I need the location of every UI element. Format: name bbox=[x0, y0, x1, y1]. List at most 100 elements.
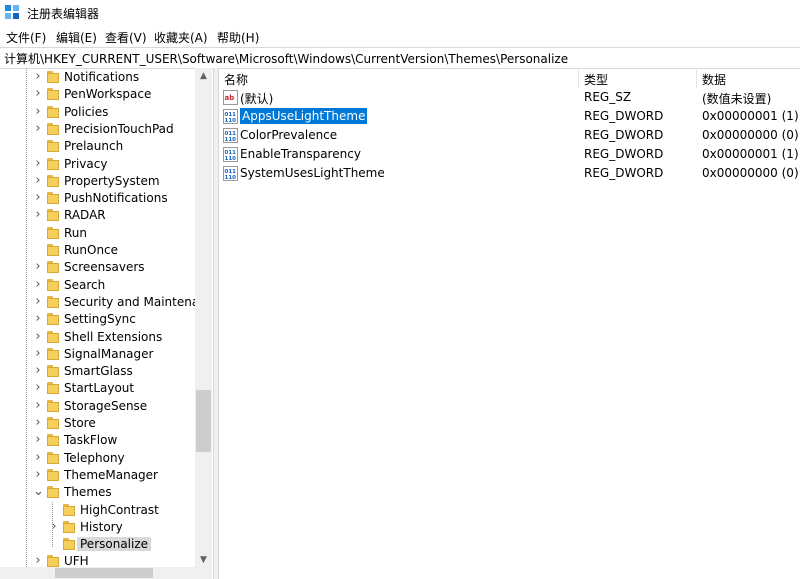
chevron-right-icon[interactable]: › bbox=[33, 295, 43, 308]
tree-node-label: SettingSync bbox=[64, 312, 136, 326]
value-row[interactable]: ab (默认) REG_SZ (数值未设置) bbox=[218, 88, 800, 107]
tree-horizontal-scrollbar[interactable] bbox=[0, 567, 212, 579]
title-bar: 注册表编辑器 bbox=[0, 0, 800, 26]
chevron-right-icon[interactable]: › bbox=[33, 399, 43, 412]
folder-icon bbox=[46, 87, 60, 101]
tree-node-label: RADAR bbox=[64, 208, 106, 222]
registry-tree[interactable]: › Notifications › PenWorkspace › Policies › Pre… bbox=[0, 68, 212, 579]
h-scroll-thumb[interactable] bbox=[55, 568, 153, 578]
value-row[interactable]: 011 110 SystemUsesLightTheme REG_DWORD 0x000… bbox=[218, 164, 800, 183]
tree-node-label: UFH bbox=[64, 554, 89, 568]
tree-vertical-scrollbar[interactable]: ▲ ▼ bbox=[195, 68, 212, 568]
tree-node-personalize[interactable]: Personalize bbox=[0, 536, 195, 553]
chevron-right-icon[interactable]: › bbox=[33, 330, 43, 343]
folder-icon bbox=[46, 70, 60, 84]
folder-icon bbox=[46, 485, 60, 499]
chevron-right-icon[interactable]: › bbox=[33, 554, 43, 567]
folder-icon bbox=[46, 399, 60, 413]
chevron-right-icon[interactable]: › bbox=[33, 70, 43, 83]
column-name-header[interactable]: 名称 bbox=[224, 71, 248, 88]
column-type-header[interactable]: 类型 bbox=[584, 71, 608, 88]
chevron-right-icon[interactable]: › bbox=[33, 260, 43, 273]
values-list[interactable]: 名称 类型 数据 ab (默认) REG_SZ (数值未设置) 011 110 AppsUs… bbox=[218, 68, 800, 579]
tree-node-label: SignalManager bbox=[64, 347, 154, 361]
tree-node-penworkspace[interactable]: › PenWorkspace bbox=[0, 86, 195, 103]
value-row[interactable]: 011 110 AppsUseLightTheme REG_DWORD 0x000000… bbox=[218, 107, 800, 126]
list-header: 名称 类型 数据 bbox=[218, 68, 800, 88]
chevron-right-icon[interactable]: › bbox=[33, 191, 43, 204]
tree-node-screensavers[interactable]: › Screensavers bbox=[0, 259, 195, 276]
tree-node-prelaunch[interactable]: Prelaunch bbox=[0, 138, 195, 155]
menu-view[interactable]: 查看(V) bbox=[105, 29, 147, 46]
chevron-right-icon[interactable]: › bbox=[49, 520, 59, 533]
menu-help[interactable]: 帮助(H) bbox=[217, 29, 259, 46]
chevron-right-icon[interactable]: › bbox=[33, 122, 43, 135]
folder-icon bbox=[46, 174, 60, 188]
tree-node-runonce[interactable]: RunOnce bbox=[0, 242, 195, 259]
tree-node-storagesense[interactable]: › StorageSense bbox=[0, 398, 195, 415]
chevron-right-icon[interactable]: › bbox=[33, 433, 43, 446]
tree-node-label: TaskFlow bbox=[64, 433, 118, 447]
chevron-right-icon[interactable]: › bbox=[33, 174, 43, 187]
tree-node-search[interactable]: › Search bbox=[0, 277, 195, 294]
scroll-down-arrow[interactable]: ▼ bbox=[195, 552, 212, 568]
chevron-right-icon[interactable]: › bbox=[33, 381, 43, 394]
tree-node-themes[interactable]: ⌄ Themes bbox=[0, 484, 195, 501]
tree-node-label: Privacy bbox=[64, 157, 108, 171]
menu-edit[interactable]: 编辑(E) bbox=[56, 29, 97, 46]
value-row[interactable]: 011 110 ColorPrevalence REG_DWORD 0x00000000… bbox=[218, 126, 800, 145]
folder-icon bbox=[46, 330, 60, 344]
tree-node-settingsync[interactable]: › SettingSync bbox=[0, 311, 195, 328]
tree-node-signalmanager[interactable]: › SignalManager bbox=[0, 346, 195, 363]
value-type: REG_DWORD bbox=[584, 109, 664, 123]
folder-icon bbox=[46, 364, 60, 378]
tree-node-telephony[interactable]: › Telephony bbox=[0, 450, 195, 467]
scroll-up-arrow[interactable]: ▲ bbox=[195, 68, 212, 84]
folder-icon bbox=[62, 520, 76, 534]
chevron-down-icon[interactable]: ⌄ bbox=[33, 485, 44, 498]
tree-node-precisiontouchpad[interactable]: › PrecisionTouchPad bbox=[0, 121, 195, 138]
tree-node-notifications[interactable]: › Notifications bbox=[0, 69, 195, 86]
chevron-right-icon[interactable]: › bbox=[33, 451, 43, 464]
column-divider[interactable] bbox=[578, 68, 579, 88]
tree-node-smartglass[interactable]: › SmartGlass bbox=[0, 363, 195, 380]
tree-node-pushnotifications[interactable]: › PushNotifications bbox=[0, 190, 195, 207]
tree-node-shell-extensions[interactable]: › Shell Extensions bbox=[0, 329, 195, 346]
tree-node-security-and-maintenan[interactable]: › Security and Maintenan bbox=[0, 294, 206, 311]
address-path[interactable]: 计算机\HKEY_CURRENT_USER\Software\Microsoft… bbox=[4, 50, 568, 67]
column-data-header[interactable]: 数据 bbox=[702, 71, 726, 88]
chevron-right-icon[interactable]: › bbox=[33, 416, 43, 429]
menu-favorites[interactable]: 收藏夹(A) bbox=[154, 29, 208, 46]
chevron-right-icon[interactable]: › bbox=[33, 347, 43, 360]
chevron-right-icon[interactable]: › bbox=[33, 87, 43, 100]
chevron-right-icon[interactable]: › bbox=[33, 105, 43, 118]
tree-node-taskflow[interactable]: › TaskFlow bbox=[0, 432, 195, 449]
column-divider[interactable] bbox=[696, 68, 697, 88]
scroll-thumb[interactable] bbox=[196, 390, 211, 452]
tree-node-privacy[interactable]: › Privacy bbox=[0, 156, 195, 173]
tree-node-radar[interactable]: › RADAR bbox=[0, 207, 195, 224]
tree-node-startlayout[interactable]: › StartLayout bbox=[0, 380, 195, 397]
folder-icon bbox=[46, 347, 60, 361]
value-row[interactable]: 011 110 EnableTransparency REG_DWORD 0x00000… bbox=[218, 145, 800, 164]
tree-node-run[interactable]: Run bbox=[0, 225, 195, 242]
string-value-icon: ab bbox=[223, 90, 238, 105]
tree-node-store[interactable]: › Store bbox=[0, 415, 195, 432]
chevron-right-icon[interactable]: › bbox=[33, 157, 43, 170]
chevron-right-icon[interactable]: › bbox=[33, 468, 43, 481]
value-name: SystemUsesLightTheme bbox=[240, 166, 385, 180]
tree-node-highcontrast[interactable]: HighContrast bbox=[0, 502, 195, 519]
tree-connector-line bbox=[52, 502, 53, 547]
chevron-right-icon[interactable]: › bbox=[33, 364, 43, 377]
address-bar[interactable]: 计算机\HKEY_CURRENT_USER\Software\Microsoft… bbox=[0, 47, 800, 69]
tree-node-thememanager[interactable]: › ThemeManager bbox=[0, 467, 195, 484]
chevron-right-icon[interactable]: › bbox=[33, 312, 43, 325]
menu-file[interactable]: 文件(F) bbox=[6, 29, 46, 46]
tree-node-propertysystem[interactable]: › PropertySystem bbox=[0, 173, 195, 190]
dword-value-icon: 011110 bbox=[223, 109, 238, 124]
dword-value-icon: 011110 bbox=[223, 147, 238, 162]
tree-node-history[interactable]: › History bbox=[0, 519, 195, 536]
tree-node-policies[interactable]: › Policies bbox=[0, 104, 195, 121]
chevron-right-icon[interactable]: › bbox=[33, 208, 43, 221]
chevron-right-icon[interactable]: › bbox=[33, 278, 43, 291]
